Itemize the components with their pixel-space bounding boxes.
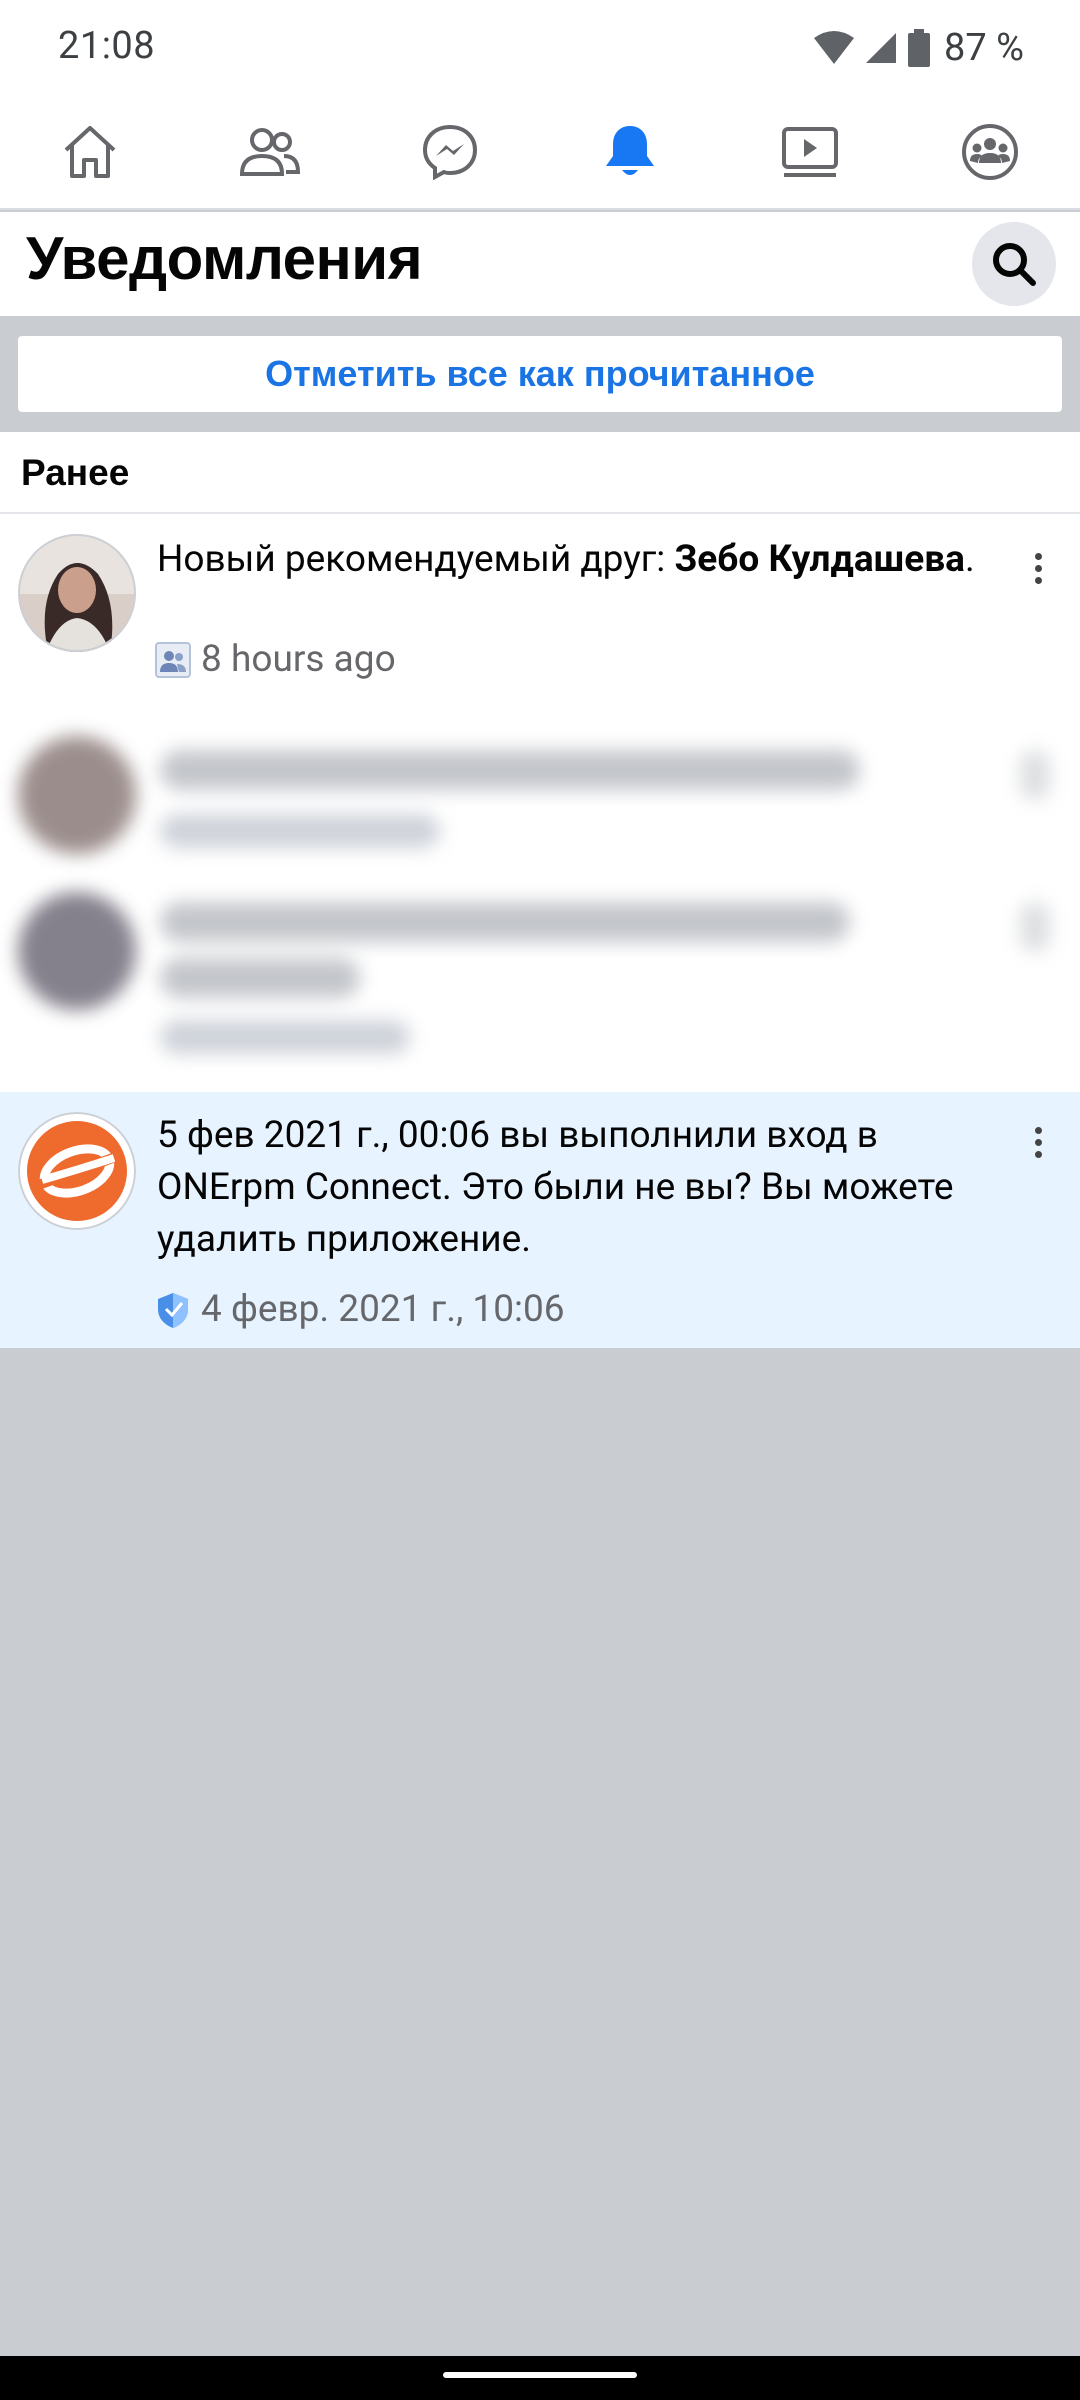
- mark-all-read-button[interactable]: Отметить все как прочитанное: [18, 336, 1062, 412]
- avatar: [18, 892, 136, 1010]
- onerpm-logo-icon: [18, 1112, 136, 1230]
- notification-meta: 4 февр. 2021 г., 10:06: [155, 1288, 565, 1331]
- blurred-more: [1020, 750, 1050, 800]
- section-title: Ранее: [21, 452, 130, 493]
- nav-home[interactable]: [30, 96, 150, 208]
- notification-item-unread[interactable]: 5 фев 2021 г., 00:06 вы выполнили вход в…: [0, 1092, 1080, 1348]
- status-bar: 21:08 87 %: [0, 0, 1080, 96]
- more-options-button[interactable]: [1014, 536, 1062, 600]
- blurred-notification: [0, 722, 1080, 872]
- friends-badge-icon: [155, 641, 191, 678]
- avatar: [18, 534, 136, 652]
- blurred-text: [160, 750, 860, 790]
- notification-list: Ранее Новый рекомендуемый друг: Зебо Кул…: [0, 432, 1080, 1348]
- notification-text-prefix: Новый рекомендуемый друг:: [157, 538, 675, 581]
- blurred-text: [160, 1020, 410, 1054]
- mark-all-band: Отметить все как прочитанное: [0, 316, 1080, 432]
- bell-icon: [606, 126, 654, 175]
- blurred-notification: [0, 872, 1080, 1062]
- notification-item[interactable]: Новый рекомендуемый друг: Зебо Кулдашева…: [0, 514, 1080, 694]
- avatar: [18, 736, 136, 854]
- messenger-icon: [422, 124, 478, 180]
- search-button[interactable]: [972, 222, 1056, 306]
- home-gesture-handle[interactable]: [443, 2372, 637, 2378]
- video-icon: [782, 127, 838, 177]
- notification-time: 8 hours ago: [201, 638, 396, 681]
- notification-friend-name: Зебо Кулдашева: [674, 538, 965, 581]
- notification-text: 5 фев 2021 г., 00:06 вы выполнили вход в…: [157, 1114, 954, 1261]
- blurred-more: [1020, 902, 1050, 952]
- more-options-button[interactable]: [1014, 1110, 1062, 1174]
- nav-watch[interactable]: [750, 96, 870, 208]
- search-icon: [993, 243, 1036, 286]
- nav-groups[interactable]: [930, 96, 1050, 208]
- status-time: 21:08: [58, 24, 156, 68]
- nav-notifications[interactable]: [570, 96, 690, 208]
- notification-text: Новый рекомендуемый друг: Зебо Кулдашева…: [157, 534, 980, 586]
- notification-time: 4 февр. 2021 г., 10:06: [201, 1288, 565, 1331]
- wifi-icon: [814, 31, 855, 64]
- cellular-signal-icon: [866, 33, 897, 63]
- home-icon: [64, 126, 116, 178]
- status-icons: 87 %: [814, 24, 1024, 72]
- page-header: Уведомления: [0, 212, 1080, 316]
- friends-icon: [240, 128, 300, 176]
- shield-badge-icon: [158, 1292, 188, 1328]
- app-avatar: [18, 1112, 136, 1230]
- nav-friends[interactable]: [210, 96, 330, 208]
- notification-text-suffix: .: [964, 538, 975, 581]
- nav-messenger[interactable]: [390, 96, 510, 208]
- blurred-text: [160, 958, 360, 998]
- battery-percentage: 87 %: [944, 26, 1024, 70]
- groups-icon: [962, 124, 1018, 180]
- page-title: Уведомления: [26, 225, 423, 292]
- system-gesture-bar: [0, 2356, 1080, 2400]
- notification-meta: 8 hours ago: [155, 638, 396, 681]
- blurred-text: [160, 814, 440, 848]
- top-nav-bar: [0, 96, 1080, 210]
- blurred-text: [160, 902, 850, 942]
- battery-icon: [908, 29, 931, 67]
